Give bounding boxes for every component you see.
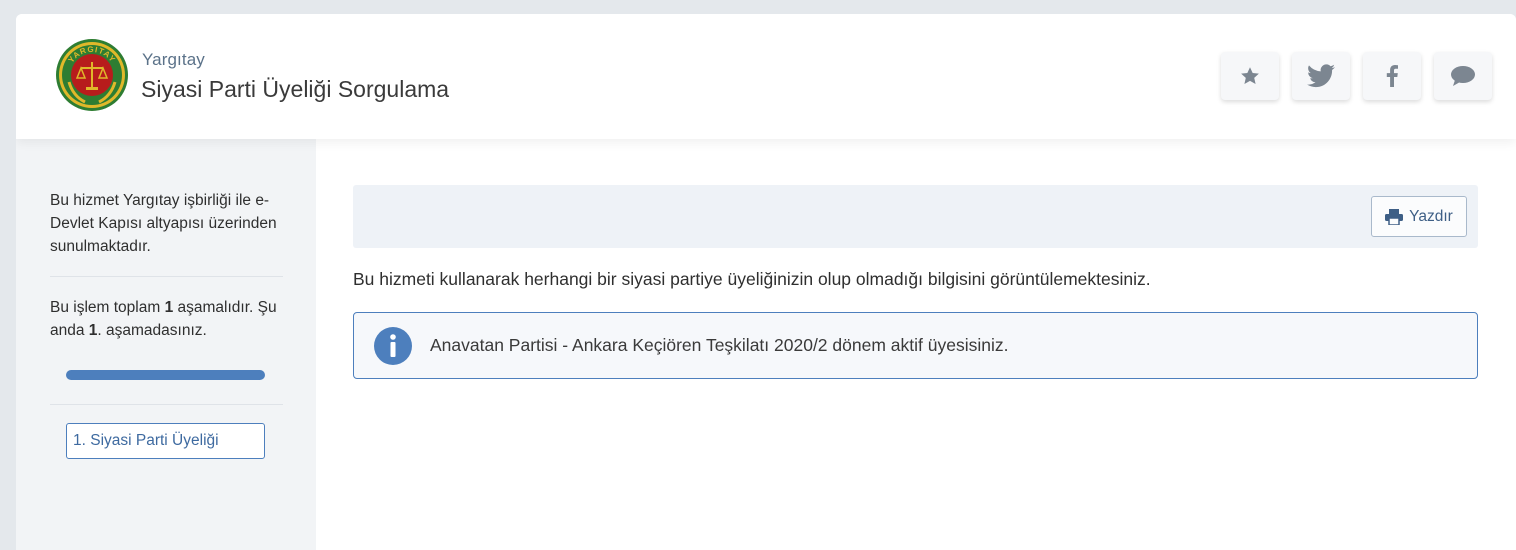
stage-total: 1 xyxy=(164,299,174,316)
service-title: Siyasi Parti Üyeliği Sorgulama xyxy=(141,76,450,102)
favorite-button[interactable] xyxy=(1221,52,1279,100)
service-provider-note: Bu hizmet Yargıtay işbirliği ile e-Devle… xyxy=(50,192,277,255)
info-icon xyxy=(374,327,412,365)
chat-icon xyxy=(1451,66,1475,86)
page: YARGITAY Yargıtay Siyasi Parti Üyeliği S… xyxy=(16,14,1516,550)
org-name: Yargıtay xyxy=(142,50,205,69)
twitter-icon xyxy=(1307,64,1335,88)
facebook-share-button[interactable] xyxy=(1363,52,1421,100)
share-toolbar xyxy=(1221,52,1492,100)
sidebar-divider xyxy=(50,276,283,277)
sidebar-divider xyxy=(50,404,283,405)
facebook-icon xyxy=(1386,65,1398,87)
membership-result: Anavatan Partisi - Ankara Keçiören Teşki… xyxy=(430,335,1009,355)
step-item-siyasi-parti-uyeligi[interactable]: 1. Siyasi Parti Üyeliği xyxy=(66,423,265,459)
header: YARGITAY Yargıtay Siyasi Parti Üyeliği S… xyxy=(16,14,1516,139)
twitter-share-button[interactable] xyxy=(1292,52,1350,100)
feedback-button[interactable] xyxy=(1434,52,1492,100)
result-info-box: Anavatan Partisi - Ankara Keçiören Teşki… xyxy=(353,312,1478,379)
yargitay-logo[interactable]: YARGITAY xyxy=(55,38,129,112)
service-description: Bu hizmeti kullanarak herhangi bir siyas… xyxy=(353,269,1151,289)
stage-progress-fill xyxy=(66,370,265,380)
print-button[interactable]: Yazdır xyxy=(1371,196,1467,237)
stage-info: Bu işlem toplam 1 aşamalıdır. Şu anda 1.… xyxy=(50,299,277,339)
content-toolbar: Yazdır xyxy=(353,185,1478,248)
print-label: Yazdır xyxy=(1409,207,1453,225)
sidebar: Bu hizmet Yargıtay işbirliği ile e-Devle… xyxy=(16,139,316,550)
stage-progress-bar xyxy=(66,370,265,380)
printer-icon xyxy=(1385,208,1404,225)
star-icon xyxy=(1241,67,1259,84)
